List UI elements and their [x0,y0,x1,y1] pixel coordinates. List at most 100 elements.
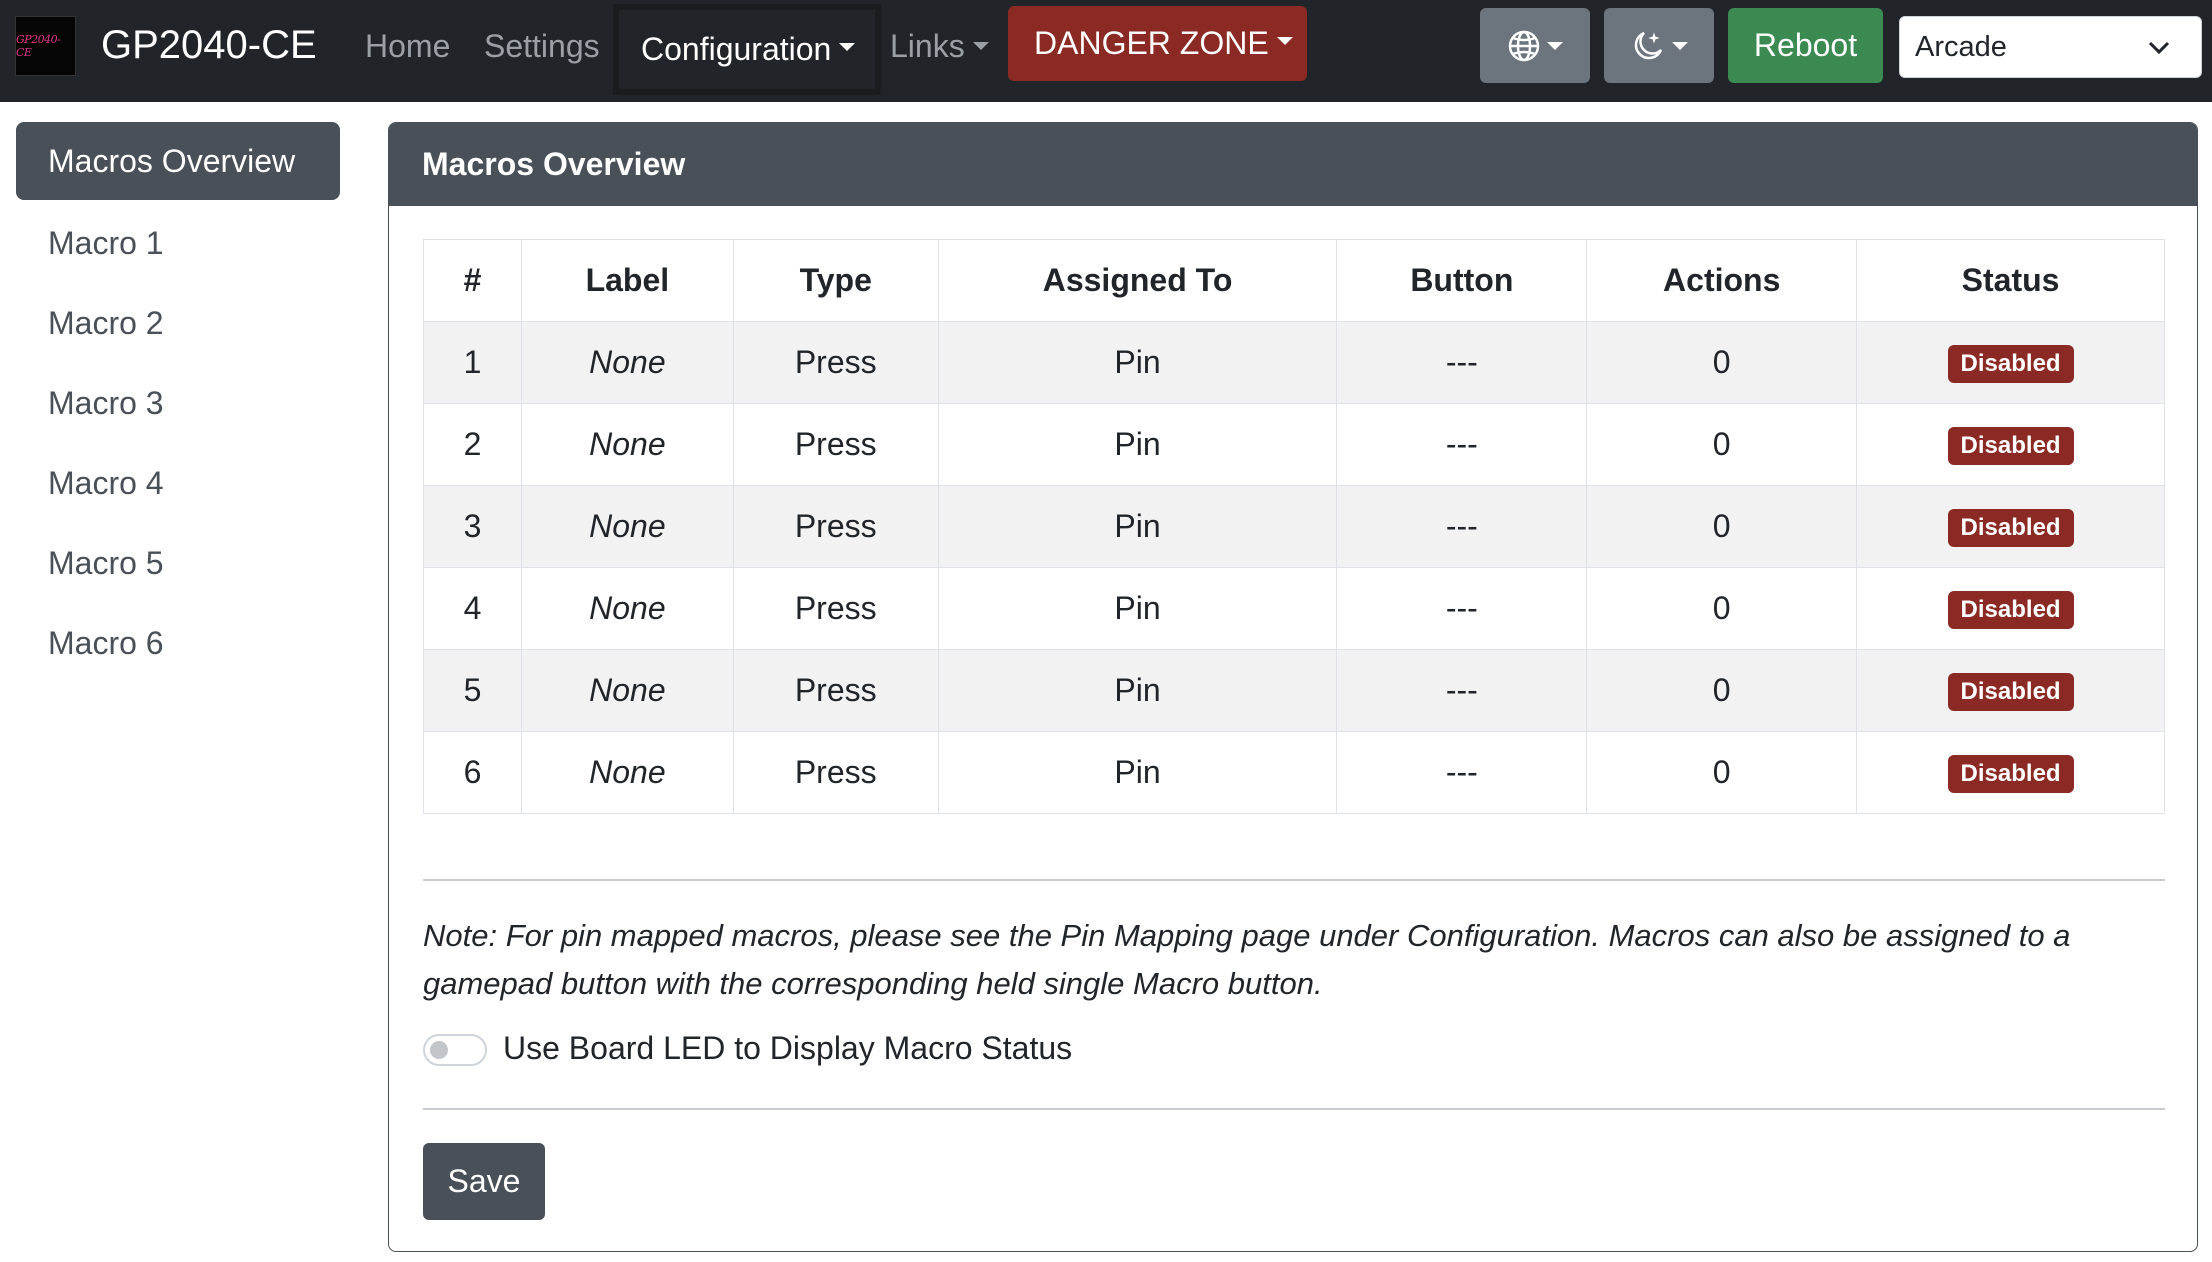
caret-down-icon [1672,41,1688,50]
macro-button: --- [1336,485,1588,568]
macro-status-cell: Disabled [1856,403,2165,486]
macro-label: None [520,649,734,732]
caret-down-icon [972,41,989,50]
macro-actions-count: 0 [1586,403,1858,486]
macro-number: 6 [423,731,522,814]
column-header-type: Type [732,239,939,322]
status-badge: Disabled [1947,673,2074,711]
board-led-toggle[interactable] [423,1034,487,1066]
theme-dropdown-button[interactable] [1604,8,1714,83]
macro-assigned-to: Pin [937,649,1338,732]
macro-note-text: Note: For pin mapped macros, please see … [423,918,2071,1001]
macros-table: # Label Type Assigned To Button Actions … [423,239,2165,814]
macro-actions-count: 0 [1586,649,1858,732]
macro-actions-count: 0 [1586,731,1858,814]
section-divider [423,879,2165,881]
toggle-knob [430,1041,448,1059]
table-row[interactable]: 1 None Press Pin --- 0 Disabled [423,321,2165,404]
macros-overview-card: Macros Overview # Label Type Assigned To… [388,122,2198,1252]
reboot-button[interactable]: Reboot [1728,8,1883,83]
column-header-number: # [423,239,522,322]
caret-down-icon [1547,41,1563,50]
macro-status-cell: Disabled [1856,485,2165,568]
column-header-actions: Actions [1586,239,1858,322]
macro-type: Press [732,485,939,568]
macro-label: None [520,403,734,486]
logo-text: GP2040-CE [16,33,61,59]
column-header-label: Label [520,239,734,322]
sidebar-item-macro-3[interactable]: Macro 3 [16,364,340,442]
macro-number: 5 [423,649,522,732]
table-row[interactable]: 3 None Press Pin --- 0 Disabled [423,485,2165,568]
table-row[interactable]: 5 None Press Pin --- 0 Disabled [423,649,2165,732]
table-row[interactable]: 2 None Press Pin --- 0 Disabled [423,403,2165,486]
card-title: Macros Overview [389,123,2197,206]
macro-type: Press [732,567,939,650]
status-badge: Disabled [1947,345,2074,383]
macro-status-cell: Disabled [1856,567,2165,650]
globe-icon [1508,30,1540,61]
macro-status-cell: Disabled [1856,731,2165,814]
macro-assigned-to: Pin [937,485,1338,568]
sidebar-item-macro-2[interactable]: Macro 2 [16,284,340,362]
macro-assigned-to: Pin [937,731,1338,814]
moon-stars-icon [1634,31,1663,59]
table-header-row: # Label Type Assigned To Button Actions … [423,239,2165,322]
nav-home-link[interactable]: Home [365,28,450,65]
macro-type: Press [732,321,939,404]
input-mode-value: Arcade [1915,30,2007,63]
macro-actions-count: 0 [1586,567,1858,650]
macro-number: 4 [423,567,522,650]
macro-button: --- [1336,567,1588,650]
macro-label: None [520,321,734,404]
danger-zone-dropdown[interactable]: DANGER ZONE [1008,6,1307,81]
logo-image[interactable]: GP2040-CE [15,16,76,76]
sidebar-item-macros-overview[interactable]: Macros Overview [16,122,340,200]
column-header-assigned-to: Assigned To [937,239,1338,322]
brand-title[interactable]: GP2040-CE [101,23,317,68]
language-dropdown-button[interactable] [1480,8,1590,83]
macro-actions-count: 0 [1586,485,1858,568]
nav-configuration-dropdown[interactable]: Configuration [613,4,881,95]
save-button[interactable]: Save [423,1143,545,1220]
macro-button: --- [1336,321,1588,404]
macro-assigned-to: Pin [937,321,1338,404]
caret-down-icon [839,42,856,51]
table-row[interactable]: 6 None Press Pin --- 0 Disabled [423,731,2165,814]
macro-type: Press [732,403,939,486]
macro-status-cell: Disabled [1856,321,2165,404]
nav-links-label: Links [890,28,965,64]
macro-button: --- [1336,731,1588,814]
nav-settings-link[interactable]: Settings [484,28,600,65]
macro-label: None [520,485,734,568]
sidebar-item-macro-4[interactable]: Macro 4 [16,444,340,522]
sidebar-item-macro-6[interactable]: Macro 6 [16,604,340,682]
macro-number: 3 [423,485,522,568]
macro-label: None [520,731,734,814]
sidebar-item-macro-5[interactable]: Macro 5 [16,524,340,602]
macro-assigned-to: Pin [937,567,1338,650]
status-badge: Disabled [1947,427,2074,465]
board-led-toggle-label[interactable]: Use Board LED to Display Macro Status [503,1030,1072,1067]
danger-zone-label: DANGER ZONE [1034,25,1269,61]
status-badge: Disabled [1947,509,2074,547]
macro-type: Press [732,649,939,732]
macro-button: --- [1336,649,1588,732]
macro-type: Press [732,731,939,814]
nav-configuration-label: Configuration [641,31,832,67]
column-header-status: Status [1856,239,2165,322]
top-navbar: GP2040-CE GP2040-CE Home Settings Config… [0,0,2212,102]
column-header-button: Button [1336,239,1588,322]
section-divider [423,1108,2165,1110]
caret-down-icon [1276,36,1293,45]
nav-links-dropdown[interactable]: Links [890,28,989,65]
macro-number: 1 [423,321,522,404]
macro-assigned-to: Pin [937,403,1338,486]
macro-status-cell: Disabled [1856,649,2165,732]
table-row[interactable]: 4 None Press Pin --- 0 Disabled [423,567,2165,650]
input-mode-select[interactable]: Arcade [1899,16,2202,78]
macro-number: 2 [423,403,522,486]
sidebar-item-macro-1[interactable]: Macro 1 [16,204,340,282]
macro-label: None [520,567,734,650]
chevron-down-icon [2148,41,2170,55]
